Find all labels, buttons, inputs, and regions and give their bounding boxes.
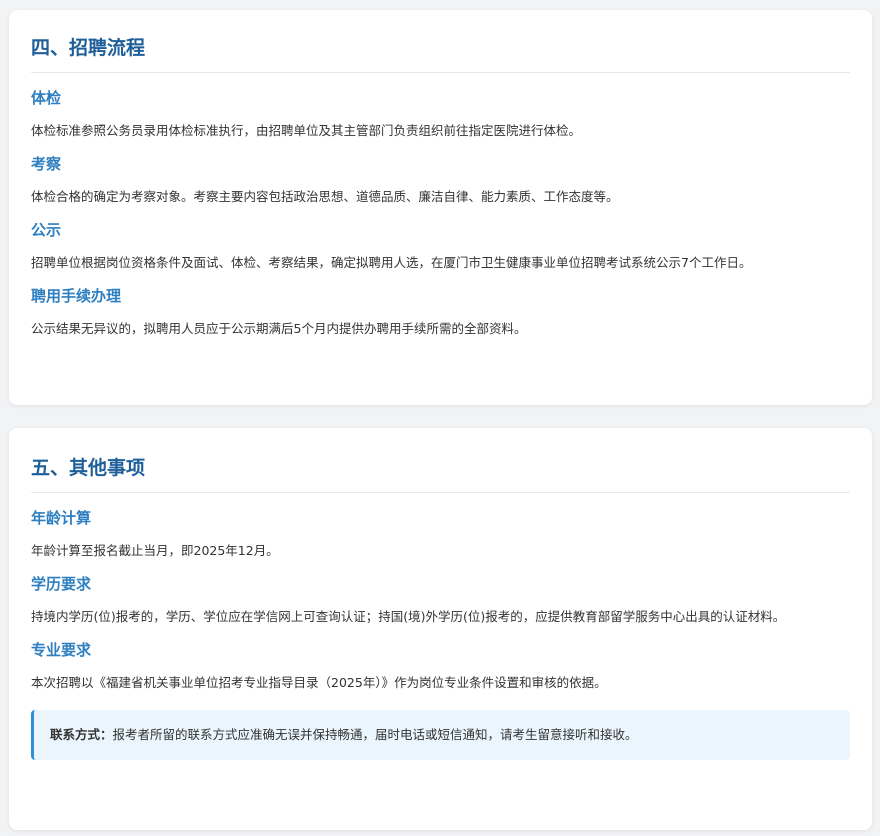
paragraph-employment-procedures: 公示结果无异议的，拟聘用人员应于公示期满后5个月内提供办聘用手续所需的全部资料。 xyxy=(31,321,527,336)
paragraph-age-calculation: 年龄计算至报名截止当月，即2025年12月。 xyxy=(31,543,279,558)
other-matters-card: 五、其他事项 年龄计算 年龄计算至报名截止当月，即2025年12月。 学历要求 … xyxy=(9,428,872,830)
contact-notice-label: 联系方式： xyxy=(50,727,113,742)
subheading-age-calculation: 年龄计算 xyxy=(31,509,92,527)
section-title-recruitment-process: 四、招聘流程 xyxy=(31,34,850,73)
recruitment-process-card: 四、招聘流程 体检 体检标准参照公务员录用体检标准执行，由招聘单位及其主管部门负… xyxy=(9,10,872,405)
subheading-public-notice: 公示 xyxy=(31,221,62,239)
subheading-education-requirements: 学历要求 xyxy=(31,575,92,593)
paragraph-physical-exam: 体检标准参照公务员录用体检标准执行，由招聘单位及其主管部门负责组织前往指定医院进… xyxy=(31,123,582,138)
paragraph-education-requirements: 持境内学历(位)报考的，学历、学位应在学信网上可查询认证；持国(境)外学历(位)… xyxy=(31,609,786,624)
paragraph-public-notice: 招聘单位根据岗位资格条件及面试、体检、考察结果，确定拟聘用人选，在厦门市卫生健康… xyxy=(31,255,752,270)
contact-notice-text: 报考者所留的联系方式应准确无误并保持畅通，届时电话或短信通知，请考生留意接听和接… xyxy=(112,727,638,742)
subheading-inspection: 考察 xyxy=(31,155,62,173)
paragraph-inspection: 体检合格的确定为考察对象。考察主要内容包括政治思想、道德品质、廉洁自律、能力素质… xyxy=(31,189,619,204)
subheading-physical-exam: 体检 xyxy=(31,89,62,107)
subheading-employment-procedures: 聘用手续办理 xyxy=(31,287,122,305)
contact-notice-box: 联系方式：报考者所留的联系方式应准确无误并保持畅通，届时电话或短信通知，请考生留… xyxy=(31,710,850,760)
subheading-major-requirements: 专业要求 xyxy=(31,641,92,659)
section-title-other-matters: 五、其他事项 xyxy=(31,454,850,493)
paragraph-major-requirements: 本次招聘以《福建省机关事业单位招考专业指导目录（2025年）》作为岗位专业条件设… xyxy=(31,675,607,690)
